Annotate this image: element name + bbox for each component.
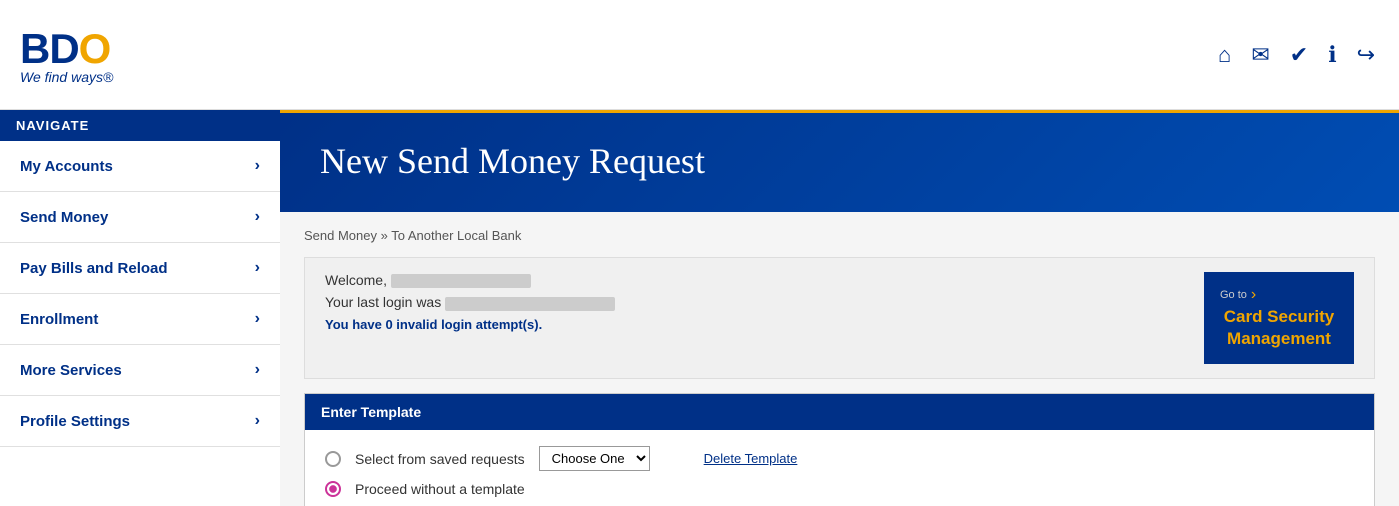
welcome-prefix: Welcome, [325, 272, 387, 288]
template-section: Enter Template Select from saved request… [304, 393, 1375, 506]
breadcrumb: Send Money » To Another Local Bank [304, 228, 1375, 243]
check-icon[interactable]: ✔ [1290, 42, 1308, 68]
sidebar: NAVIGATE My Accounts › Send Money › Pay … [0, 110, 280, 506]
home-icon[interactable]: ⌂ [1218, 42, 1231, 68]
radio-no-template[interactable] [325, 481, 341, 497]
breadcrumb-separator: » [381, 228, 388, 243]
delete-template-link[interactable]: Delete Template [704, 451, 798, 466]
arrow-right-icon: › [1251, 286, 1256, 304]
card-security-goto: Go to › [1220, 286, 1338, 304]
chevron-right-icon: › [255, 259, 260, 277]
card-security-button[interactable]: Go to › Card Security Management [1204, 272, 1354, 364]
option1-label: Select from saved requests [355, 451, 525, 467]
username-masked [391, 274, 531, 288]
info-icon[interactable]: ℹ [1328, 42, 1336, 68]
sidebar-item-pay-bills[interactable]: Pay Bills and Reload › [0, 243, 280, 294]
sidebar-item-enrollment[interactable]: Enrollment › [0, 294, 280, 345]
welcome-text: Welcome, Your last login was You have 0 … [325, 272, 615, 332]
chevron-right-icon: › [255, 157, 260, 175]
template-section-body: Select from saved requests Choose One De… [305, 430, 1374, 506]
logo: BDO We find ways® [20, 25, 113, 85]
last-login-masked [445, 297, 615, 311]
last-login-line: Your last login was [325, 294, 615, 310]
logout-icon[interactable]: ↪ [1357, 42, 1375, 68]
chevron-right-icon: › [255, 412, 260, 430]
sidebar-item-send-money[interactable]: Send Money › [0, 192, 280, 243]
logo-text: BDO [20, 25, 113, 73]
radio-select-saved[interactable] [325, 451, 341, 467]
last-login-prefix: Your last login was [325, 294, 441, 310]
nav-label: NAVIGATE [0, 110, 280, 141]
page-header: New Send Money Request [280, 110, 1399, 212]
breadcrumb-current: To Another Local Bank [391, 228, 521, 243]
template-section-header: Enter Template [305, 394, 1374, 430]
chevron-right-icon: › [255, 361, 260, 379]
top-bar: BDO We find ways® ⌂ ✉ ✔ ℹ ↪ [0, 0, 1399, 110]
login-alert: You have 0 invalid login attempt(s). [325, 317, 615, 332]
sidebar-item-profile-settings[interactable]: Profile Settings › [0, 396, 280, 447]
sidebar-item-more-services[interactable]: More Services › [0, 345, 280, 396]
sidebar-item-my-accounts[interactable]: My Accounts › [0, 141, 280, 192]
breadcrumb-parent: Send Money [304, 228, 377, 243]
welcome-line: Welcome, [325, 272, 615, 288]
content-area: New Send Money Request Send Money » To A… [280, 110, 1399, 506]
chevron-right-icon: › [255, 310, 260, 328]
welcome-section: Welcome, Your last login was You have 0 … [304, 257, 1375, 379]
mail-icon[interactable]: ✉ [1251, 42, 1269, 68]
option2-label: Proceed without a template [355, 481, 525, 497]
saved-requests-select[interactable]: Choose One [539, 446, 650, 471]
page-title: New Send Money Request [320, 140, 1359, 182]
chevron-right-icon: › [255, 208, 260, 226]
card-security-title: Card Security Management [1220, 306, 1338, 350]
logo-tagline: We find ways® [20, 69, 113, 85]
main-layout: NAVIGATE My Accounts › Send Money › Pay … [0, 110, 1399, 506]
top-icons-bar: ⌂ ✉ ✔ ℹ ↪ [1218, 42, 1375, 68]
content-body: Send Money » To Another Local Bank Welco… [280, 212, 1399, 506]
template-option2-row: Proceed without a template [325, 481, 1354, 497]
template-option1-row: Select from saved requests Choose One De… [325, 446, 1354, 471]
